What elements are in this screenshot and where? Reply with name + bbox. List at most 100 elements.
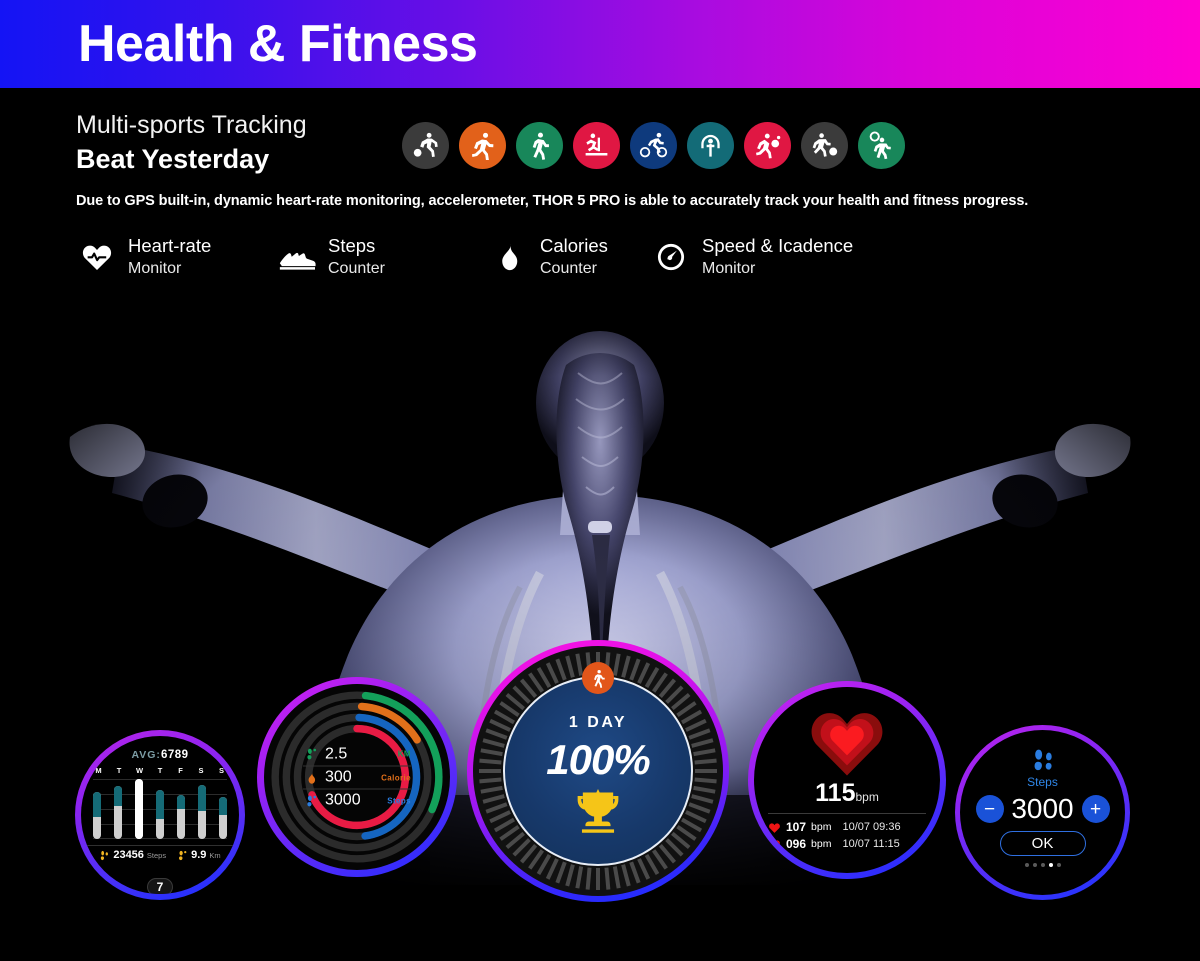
chart-bar-upper <box>156 789 164 820</box>
heart-icon <box>769 822 780 833</box>
heart-pulse-icon-wrap <box>76 236 118 278</box>
eyebrow-text: Multi-sports Tracking <box>76 111 307 139</box>
steps-unit: Steps <box>146 850 167 860</box>
tick-mark <box>688 802 711 814</box>
ok-button[interactable]: OK <box>999 831 1086 856</box>
page-dot[interactable] <box>1024 863 1029 867</box>
headline-text-main: Beat Yesterday <box>76 143 270 174</box>
shoe-icon-wrap <box>276 236 318 278</box>
page-dot[interactable] <box>1040 863 1045 867</box>
calories-unit: Calorie <box>381 773 411 782</box>
watch-face-goal-progress[interactable]: 1 DAY 100% <box>467 640 729 902</box>
tick-mark <box>688 728 711 740</box>
tick-mark <box>695 769 717 773</box>
watch-screen: 2.5 KM 300 Calorie 3000 Steps <box>264 684 450 870</box>
sport-icon-tennis[interactable] <box>858 122 905 169</box>
feature-subtitle: Counter <box>328 259 385 277</box>
tick-mark <box>629 861 641 884</box>
sport-icon-treadmill[interactable] <box>573 122 620 169</box>
headline-row: Multi-sports Tracking Beat Yesterday <box>0 88 1200 176</box>
chart-bar <box>156 789 164 839</box>
heart-rate-unit: bpm <box>855 790 879 804</box>
tick-mark <box>604 867 611 890</box>
goal-percent: 100% <box>546 736 650 783</box>
activity-row-calories: 300 Calorie <box>303 765 411 789</box>
feature-heart-rate-text: Heart-rate Monitor <box>128 235 211 279</box>
page-dot[interactable] <box>1056 863 1061 867</box>
table-tennis-icon <box>756 133 781 159</box>
history-unit: bpm <box>811 821 832 833</box>
tick-mark <box>565 655 575 678</box>
watch-face-activity-rings[interactable]: 2.5 KM 300 Calorie 3000 Steps <box>257 677 457 877</box>
chart-bar <box>177 795 185 839</box>
history-unit: bpm <box>811 838 832 850</box>
watch-screen: 1 DAY 100% <box>473 646 723 896</box>
headline-text: Multi-sports Tracking Beat Yesterday <box>76 110 376 176</box>
sport-icon-basketball[interactable] <box>402 122 449 169</box>
feature-subtitle: Counter <box>540 259 597 277</box>
watch-face-steps-goal[interactable]: Steps − 3000 + OK <box>955 725 1130 900</box>
feature-title: Calories <box>540 234 608 256</box>
avg-value: 6789 <box>160 749 189 761</box>
distance-stat: 9.9 Km <box>177 849 221 861</box>
steps-value: 23456 <box>113 849 144 861</box>
decrement-button[interactable]: − <box>975 795 1004 823</box>
sport-icon-running[interactable] <box>459 122 506 169</box>
sport-icon-table-tennis[interactable] <box>744 122 791 169</box>
sport-icon-walking[interactable] <box>516 122 563 169</box>
watch-faces-group: AVG:6789 M T W T F S S 23456 Steps 9.9 K… <box>0 325 1200 961</box>
feature-steps: Steps Counter <box>276 235 488 279</box>
chart-bar <box>135 779 143 839</box>
activity-values: 2.5 KM 300 Calorie 3000 Steps <box>303 743 411 812</box>
watch-face-heart-rate[interactable]: 115bpm 107 bpm 10/07 09:36 096 bpm 10/07 1… <box>748 681 946 879</box>
distance-icon <box>307 748 317 760</box>
feature-subtitle: Monitor <box>702 259 756 277</box>
weekly-steps-chart: M T W T F S S <box>93 766 227 842</box>
page-dot[interactable] <box>1032 863 1037 867</box>
intro-description: Due to GPS built-in, dynamic heart-rate … <box>76 193 1029 210</box>
page-title: Health & Fitness <box>78 15 478 73</box>
weekday-label: T <box>116 766 122 775</box>
walking-icon <box>532 132 549 160</box>
tick-mark <box>693 748 716 757</box>
increment-button[interactable]: + <box>1081 795 1110 823</box>
football-icon <box>812 133 838 157</box>
features-row: Heart-rate Monitor Steps Counter Calorie… <box>76 235 1200 279</box>
page-dot[interactable] <box>1048 863 1053 867</box>
running-icon <box>471 132 494 160</box>
heart-rate-history-row: 107 bpm 10/07 09:36 <box>768 820 926 834</box>
flame-icon-wrap <box>303 771 320 784</box>
tick-mark <box>482 738 505 748</box>
walking-icon <box>593 669 605 688</box>
tick-mark <box>482 794 505 804</box>
heart-icon-inner <box>830 725 864 756</box>
tick-mark <box>612 866 621 889</box>
tick-mark <box>565 864 575 887</box>
chart-bar-upper <box>219 797 227 815</box>
weekday-label: M <box>95 766 102 775</box>
weekday-label: W <box>135 766 144 775</box>
trophy-icon <box>577 789 619 833</box>
distance-value: 9.9 <box>191 849 207 861</box>
sport-icon-cycling[interactable] <box>630 122 677 169</box>
steps-unit: Steps <box>387 796 411 805</box>
watch-screen: 115bpm 107 bpm 10/07 09:36 096 bpm 10/07 1… <box>754 687 940 873</box>
goal-period: 1 DAY <box>568 714 628 731</box>
feature-speed-cadence-text: Speed & Icadence Monitor <box>702 235 853 279</box>
tick-mark <box>693 785 716 794</box>
distance-unit: KM <box>397 749 411 759</box>
tick-mark <box>629 658 641 681</box>
sport-icon-jump-rope[interactable] <box>687 122 734 169</box>
history-time: 10/07 09:36 <box>842 821 901 833</box>
sport-icon-football[interactable] <box>801 122 848 169</box>
watch-face-weekly-steps[interactable]: AVG:6789 M T W T F S S 23456 Steps 9.9 K… <box>75 730 245 900</box>
tick-mark <box>575 866 584 889</box>
weekday-labels: M T W T F S S <box>93 766 227 775</box>
feature-speed-cadence: Speed & Icadence Monitor <box>650 235 910 279</box>
tick-mark <box>596 868 600 890</box>
tick-mark <box>691 794 714 804</box>
avg-label: AVG: <box>131 749 161 761</box>
flame-icon-wrap <box>488 236 530 278</box>
steps-value: 3000 <box>325 791 361 809</box>
distance-icon-wrap <box>303 748 320 761</box>
